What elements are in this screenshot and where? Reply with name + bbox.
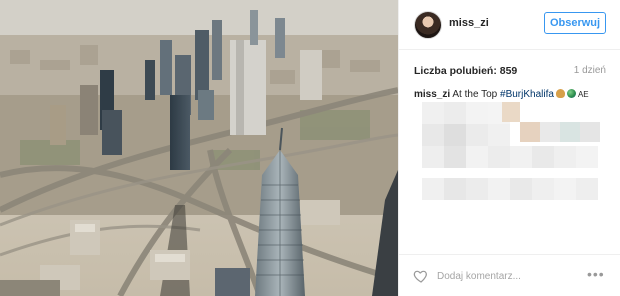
caption-hashtag[interactable]: #BurjKhalifa	[500, 89, 554, 100]
caption-username[interactable]: miss_zi	[414, 89, 450, 100]
comment-bar: •••	[399, 254, 620, 296]
more-options-icon[interactable]: •••	[587, 267, 605, 281]
likes-count[interactable]: Liczba polubień: 859	[414, 65, 517, 77]
post-time[interactable]: 1 dzień	[574, 65, 606, 76]
blurred-caption-image	[422, 102, 600, 200]
likes-row: Liczba polubień: 859 1 dzień	[414, 65, 606, 79]
username-link[interactable]: miss_zi	[449, 17, 489, 29]
avatar[interactable]	[414, 11, 442, 39]
praying-hands-icon	[555, 89, 565, 98]
city-skyline-image	[0, 0, 398, 296]
globe-icon	[566, 89, 576, 98]
post-header: miss_zi Obserwuj	[399, 0, 620, 50]
follow-button[interactable]: Obserwuj	[544, 12, 606, 34]
caption-text: At the Top	[452, 89, 498, 100]
post-photo[interactable]	[0, 0, 398, 296]
comment-input[interactable]	[437, 267, 577, 285]
flag-code: AE	[577, 90, 589, 99]
caption: miss_zi At the Top #BurjKhalifa AE	[414, 88, 609, 101]
heart-icon[interactable]	[413, 268, 429, 284]
